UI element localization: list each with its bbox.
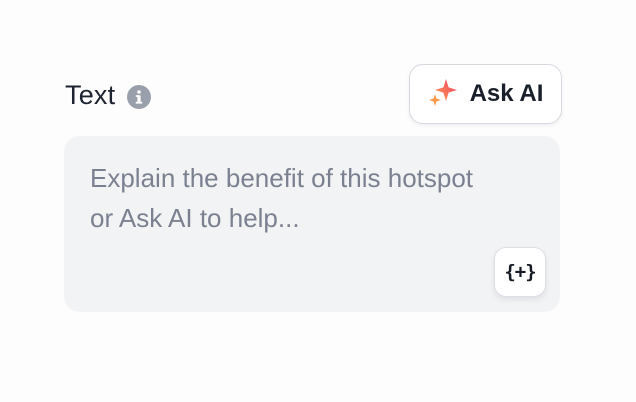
hotspot-text-editor: Text Ask AI Explain the benefit of this …: [0, 0, 636, 402]
text-input-placeholder: Explain the benefit of this hotspot or A…: [90, 163, 474, 233]
insert-variable-label: {+}: [504, 261, 536, 283]
sparkle-icon: [428, 77, 458, 112]
ask-ai-button[interactable]: Ask AI: [409, 64, 562, 124]
ask-ai-label: Ask AI: [469, 80, 544, 107]
insert-variable-button[interactable]: {+}: [494, 247, 546, 297]
field-label: Text: [65, 80, 116, 110]
info-icon[interactable]: [127, 84, 152, 109]
text-input-field[interactable]: Explain the benefit of this hotspot or A…: [64, 136, 560, 312]
field-label-row: Text: [65, 80, 152, 111]
